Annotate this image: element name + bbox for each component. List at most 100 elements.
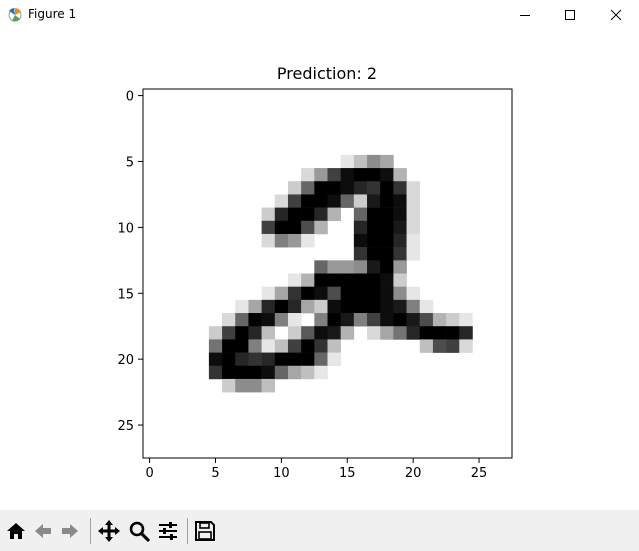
heatmap-cell	[340, 273, 355, 287]
heatmap-cell	[367, 286, 381, 301]
heatmap-cell	[208, 352, 223, 367]
heatmap-cell	[314, 207, 328, 222]
heatmap-cell	[406, 313, 421, 327]
heatmap-cell	[274, 352, 289, 367]
heatmap-cell	[353, 220, 368, 235]
back-button[interactable]	[29, 517, 57, 545]
heatmap-cell	[393, 168, 407, 182]
heatmap-cell	[287, 207, 302, 222]
window-titlebar: Figure 1	[0, 0, 639, 30]
maximize-button[interactable]	[547, 0, 593, 30]
forward-arrow-icon	[62, 524, 78, 538]
heatmap-cell	[248, 299, 262, 314]
heatmap-cell	[261, 365, 276, 380]
heatmap-cell	[380, 194, 394, 208]
heatmap-cell	[367, 194, 381, 208]
heatmap-cell	[380, 313, 394, 327]
x-tick-label: 10	[273, 466, 290, 481]
heatmap-cell	[301, 286, 315, 301]
heatmap-cell	[340, 181, 355, 195]
minimize-icon	[520, 15, 530, 16]
heatmap-cell	[301, 207, 315, 222]
home-button[interactable]	[2, 517, 30, 545]
heatmap-cell	[393, 247, 407, 261]
heatmap-cell	[446, 313, 460, 327]
heatmap-cell	[301, 365, 315, 380]
heatmap-cell	[393, 326, 407, 340]
x-tick-label: 0	[145, 466, 153, 481]
zoom-button[interactable]	[125, 517, 153, 545]
figure-canvas[interactable]: Prediction: 2 0 5 10 15 20 25 0 5 10 15 20 25	[0, 30, 639, 510]
heatmap-chart: Prediction: 2 0 5 10 15 20 25 0 5 10 15 20 25	[117, 64, 513, 481]
heatmap-cell	[248, 365, 262, 380]
heatmap-cell	[432, 313, 447, 327]
heatmap-cell	[406, 286, 421, 301]
minimize-button[interactable]	[502, 0, 548, 30]
heatmap-cell	[419, 299, 434, 314]
heatmap-cell	[274, 194, 289, 208]
heatmap-cell	[393, 260, 407, 274]
heatmap-cell	[367, 154, 381, 169]
heatmap-cell	[261, 378, 276, 393]
heatmap-cell	[274, 220, 289, 235]
heatmap-cell	[208, 365, 223, 380]
configure-subplots-button[interactable]	[154, 517, 182, 545]
heatmap-cell	[367, 181, 381, 195]
heatmap-cell	[380, 181, 394, 195]
heatmap-cell	[353, 194, 368, 208]
heatmap-cell	[287, 313, 302, 327]
heatmap-cell	[248, 339, 262, 353]
heatmap-cell	[327, 194, 341, 208]
forward-button[interactable]	[56, 517, 84, 545]
heatmap-cell	[406, 247, 421, 261]
heatmap-cell	[301, 233, 315, 248]
heatmap-cell	[327, 313, 341, 327]
heatmap-cell	[274, 299, 289, 314]
close-button[interactable]	[593, 0, 639, 30]
heatmap-cell	[353, 286, 368, 301]
heatmap-cell	[235, 313, 249, 327]
heatmap-cell	[261, 313, 276, 327]
heatmap-cell	[208, 339, 223, 353]
heatmap-cell	[367, 233, 381, 248]
heatmap-cell	[287, 273, 302, 287]
heatmap-cell	[367, 220, 381, 235]
heatmap-cell	[235, 299, 249, 314]
chart-title: Prediction: 2	[277, 64, 377, 83]
heatmap-cell	[419, 326, 434, 340]
heatmap-cell	[340, 194, 355, 208]
heatmap-cell	[248, 313, 262, 327]
heatmap-cell	[353, 207, 368, 222]
heatmap-cell	[222, 378, 236, 393]
heatmap-cell	[274, 233, 289, 248]
y-tick-label: 20	[117, 353, 134, 368]
navigation-toolbar	[0, 510, 639, 551]
heatmap-cell	[380, 233, 394, 248]
heatmap-cell	[406, 299, 421, 314]
heatmap-cell	[380, 207, 394, 222]
heatmap-cell	[459, 313, 473, 327]
heatmap-cell	[340, 154, 355, 169]
heatmap-cell	[380, 273, 394, 287]
heatmap-cell	[380, 220, 394, 235]
heatmap-cell	[301, 168, 315, 182]
heatmap-cell	[380, 154, 394, 169]
heatmap-cell	[301, 352, 315, 367]
heatmap-cell	[327, 260, 341, 274]
heatmap-cell	[327, 273, 341, 287]
heatmap-cell	[367, 299, 381, 314]
heatmap-cell	[406, 233, 421, 248]
heatmap-cell	[287, 181, 302, 195]
heatmap-cell	[327, 181, 341, 195]
heatmap-cell	[235, 352, 249, 367]
heatmap-cell	[327, 286, 341, 301]
heatmap-cell	[274, 207, 289, 222]
pan-button[interactable]	[95, 517, 123, 545]
heatmap-cell	[314, 365, 328, 380]
heatmap-cell	[287, 299, 302, 314]
save-button[interactable]	[191, 517, 219, 545]
heatmap-cell	[248, 378, 262, 393]
heatmap-cell	[287, 326, 302, 340]
heatmap-cell	[274, 286, 289, 301]
x-tick-label: 15	[339, 466, 356, 481]
